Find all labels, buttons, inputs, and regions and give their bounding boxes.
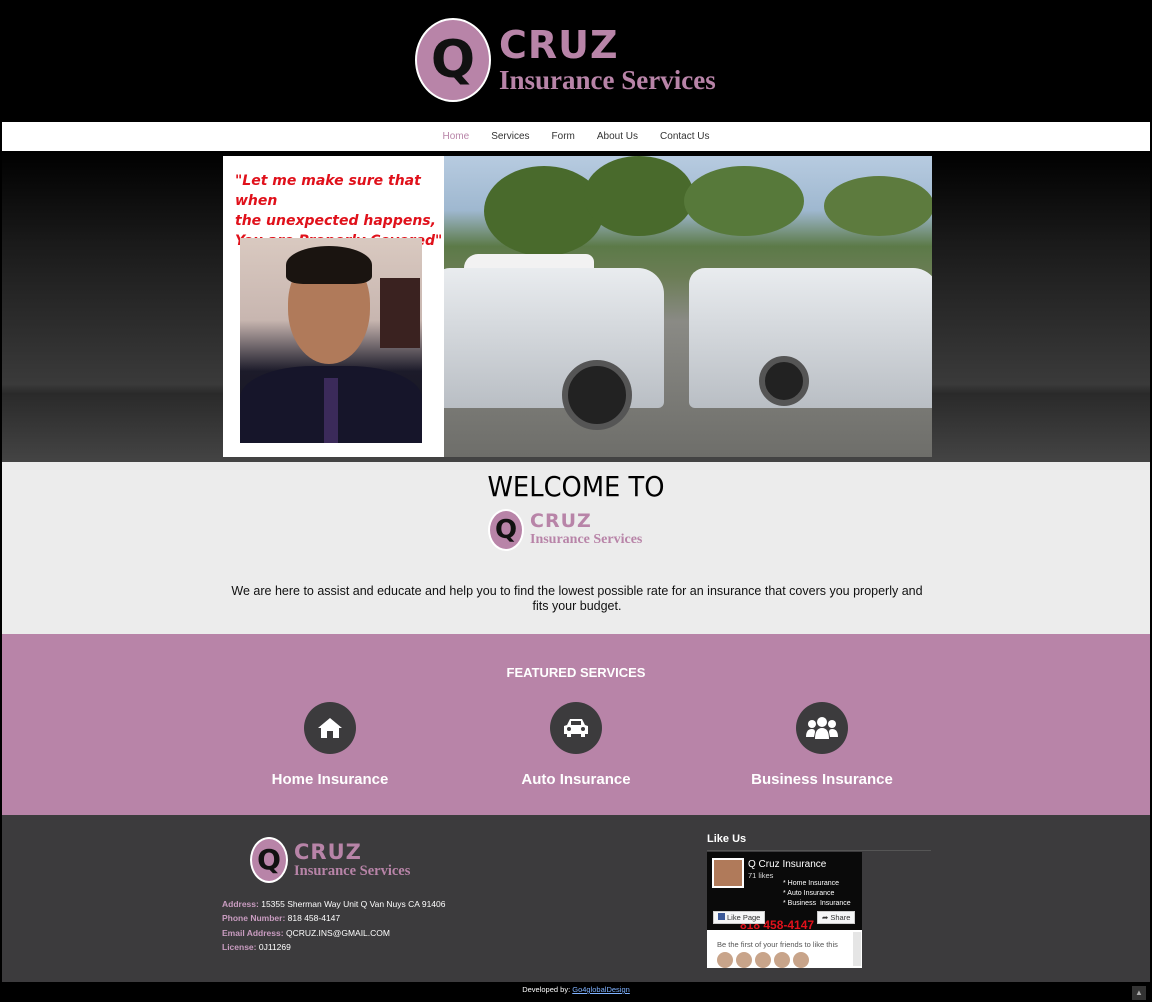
welcome-logo-q-circle: Q (488, 509, 524, 551)
car-accident-photo (444, 156, 932, 457)
scroll-to-top-icon[interactable]: ▲ (1132, 986, 1146, 1000)
welcome-logo-brand-name: CRUZ (530, 510, 592, 532)
fb-services-list: * Home Insurance * Auto Insurance * Busi… (783, 880, 851, 907)
developer-link[interactable]: Go4globalDesign (572, 985, 630, 994)
fb-friend-avatar[interactable] (736, 952, 752, 968)
fb-friend-avatars (717, 952, 809, 968)
service-home-label[interactable]: Home Insurance (220, 771, 440, 788)
welcome-section: WELCOME TO Q CRUZ Insurance Services We … (2, 462, 1150, 634)
welcome-logo-q-letter: Q (494, 515, 518, 545)
credit-prefix: Developed by: (522, 985, 571, 994)
featured-services: FEATURED SERVICES Home Insurance Auto In… (2, 634, 1150, 815)
footer-email: Email Address: QCRUZ.INS@GMAIL.COM (222, 928, 390, 938)
site-header: Q CRUZ Insurance Services (2, 0, 1150, 122)
service-auto-label[interactable]: Auto Insurance (466, 771, 686, 788)
footer-logo-brand-name: CRUZ (294, 840, 362, 864)
license-label: License: (222, 942, 257, 952)
fb-like-page-button[interactable]: Like Page (713, 911, 766, 924)
fb-share-label: Share (830, 913, 851, 922)
welcome-text: We are here to assist and educate and he… (231, 584, 923, 613)
hero-banner: "Let me make sure that when the unexpect… (2, 151, 1150, 462)
logo-brand-name: CRUZ (499, 23, 619, 67)
home-icon[interactable] (304, 702, 356, 754)
footer-license: License: 0J11269 (222, 942, 291, 952)
email-value: QCRUZ.INS@GMAIL.COM (285, 928, 390, 938)
fb-share-button[interactable]: ➦ Share (817, 911, 856, 924)
nav-services[interactable]: Services (491, 131, 529, 142)
footer-logo-q-circle: Q (250, 837, 288, 883)
nav-about-us[interactable]: About Us (597, 131, 638, 142)
agent-portrait (240, 238, 422, 443)
fb-like-icon (718, 913, 725, 920)
fb-friend-avatar[interactable] (755, 952, 771, 968)
nav-home[interactable]: Home (443, 131, 470, 142)
fb-avatar[interactable] (712, 858, 744, 888)
logo-q-letter: Q (430, 30, 476, 90)
phone-label: Phone Number: (222, 913, 286, 923)
license-value: 0J11269 (258, 942, 291, 952)
nav-form[interactable]: Form (552, 131, 575, 142)
address-label: Address: (222, 899, 259, 909)
welcome-logo-subtitle: Insurance Services (530, 532, 643, 547)
footer-address: Address: 15355 Sherman Way Unit Q Van Nu… (222, 899, 445, 909)
logo-subtitle: Insurance Services (499, 65, 716, 95)
footer-logo-q-letter: Q (257, 843, 281, 876)
fb-scrollbar[interactable] (853, 932, 861, 966)
fb-page-name[interactable]: Q Cruz Insurance (748, 859, 826, 870)
group-icon[interactable] (796, 702, 848, 754)
like-us-title: Like Us (707, 833, 747, 845)
fb-friends-text: Be the first of your friends to like thi… (717, 940, 838, 949)
car-icon[interactable] (550, 702, 602, 754)
fb-friend-avatar[interactable] (774, 952, 790, 968)
phone-value: 818 458-4147 (287, 913, 341, 923)
fb-likes: 71 likes (748, 871, 774, 880)
developer-credit: Developed by: Go4globalDesign ▲ (0, 982, 1152, 1002)
email-label: Email Address: (222, 928, 284, 938)
services-title: FEATURED SERVICES (506, 665, 646, 680)
footer-logo-subtitle: Insurance Services (294, 863, 411, 879)
quote-line-2: the unexpected happens, (235, 213, 436, 229)
facebook-widget[interactable]: Q Cruz Insurance 71 likes * Home Insuran… (707, 852, 862, 968)
footer-phone: Phone Number: 818 458-4147 (222, 913, 340, 923)
nav-contact-us[interactable]: Contact Us (660, 131, 709, 142)
quote-line-1: "Let me make sure that when (235, 173, 421, 209)
fb-like-page-label: Like Page (727, 913, 761, 922)
address-value: 15355 Sherman Way Unit Q Van Nuys CA 914… (261, 899, 446, 909)
service-auto: Auto Insurance (466, 702, 686, 788)
service-business-label[interactable]: Business Insurance (712, 771, 932, 788)
service-business: Business Insurance (712, 702, 932, 788)
main-nav: Home Services Form About Us Contact Us (2, 122, 1150, 151)
welcome-title: WELCOME TO (487, 470, 665, 503)
banner-image: "Let me make sure that when the unexpect… (223, 156, 932, 457)
service-home: Home Insurance (220, 702, 440, 788)
like-us-divider (707, 850, 931, 851)
fb-friend-avatar[interactable] (717, 952, 733, 968)
site-footer: Q CRUZ Insurance Services Address: 15355… (2, 815, 1150, 982)
fb-friend-avatar[interactable] (793, 952, 809, 968)
logo-q-circle[interactable]: Q (415, 18, 491, 102)
